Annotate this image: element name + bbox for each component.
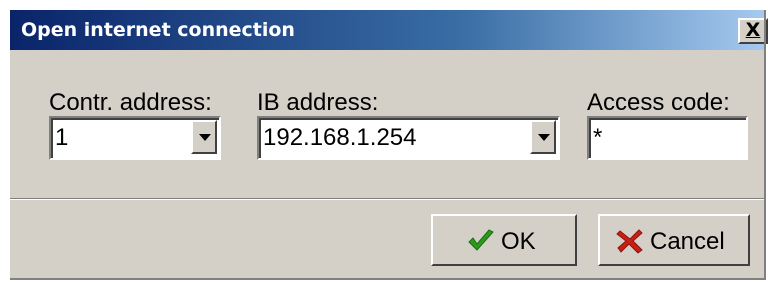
access-code-label: Access code: <box>587 89 730 116</box>
checkmark-icon <box>468 229 494 251</box>
access-code-field-frame <box>589 118 746 158</box>
ib-address-label: IB address: <box>257 89 379 116</box>
chevron-down-icon <box>199 134 211 141</box>
cancel-button[interactable]: Cancel <box>598 214 750 266</box>
close-button[interactable]: X <box>738 18 768 44</box>
ib-address-value[interactable]: 192.168.1.254 <box>263 125 416 151</box>
chevron-down-icon <box>538 134 550 141</box>
cancel-button-label: Cancel <box>650 228 725 255</box>
window-title: Open internet connection <box>21 19 295 41</box>
open-internet-connection-dialog: Open internet connection X Contr. addres… <box>10 10 768 280</box>
controller-address-value[interactable]: 1 <box>55 125 68 151</box>
ib-address-dropdown-button[interactable] <box>530 120 556 154</box>
access-code-input[interactable]: * <box>587 116 748 160</box>
controller-address-label: Contr. address: <box>49 89 212 116</box>
ok-button-label: OK <box>501 228 536 255</box>
x-mark-icon <box>616 229 643 254</box>
title-bar[interactable]: Open internet connection X <box>10 10 768 50</box>
ok-button[interactable]: OK <box>431 214 577 266</box>
controller-address-dropdown-button[interactable] <box>191 120 217 154</box>
controller-address-combobox[interactable]: 1 <box>49 116 221 160</box>
button-area-separator <box>10 198 766 200</box>
access-code-value[interactable]: * <box>593 125 602 151</box>
ib-address-combobox[interactable]: 192.168.1.254 <box>257 116 560 160</box>
